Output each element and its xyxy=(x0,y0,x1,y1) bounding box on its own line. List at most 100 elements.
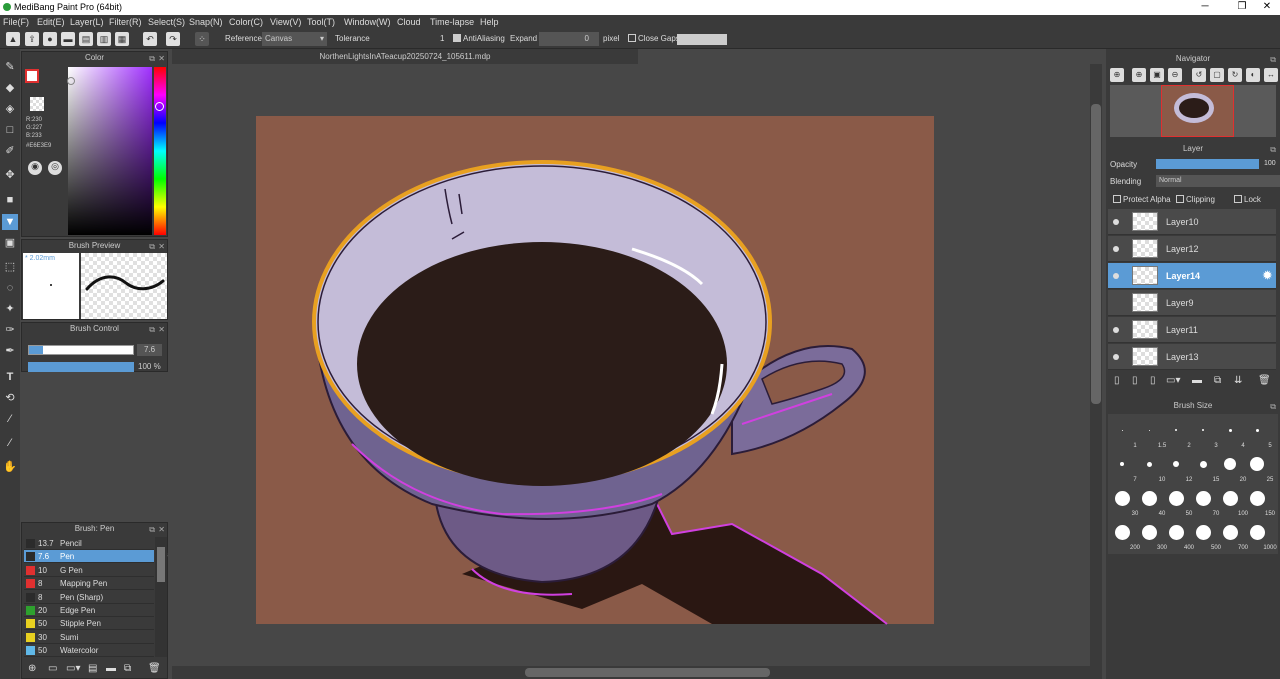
saturation-value-picker[interactable] xyxy=(68,67,152,235)
menu-timelapse[interactable]: Time-lapse xyxy=(430,17,474,27)
brush-size-option[interactable]: 1000 xyxy=(1244,518,1277,551)
comment-icon[interactable]: ● xyxy=(43,32,57,46)
brush-size-option[interactable]: 300 xyxy=(1136,518,1167,551)
zoom-in-icon[interactable]: ⊕ xyxy=(1110,68,1124,82)
menu-edit[interactable]: Edit(E) xyxy=(37,17,65,27)
hue-slider[interactable] xyxy=(154,67,166,235)
palette-icon[interactable]: ◉ xyxy=(28,161,42,175)
tool-shape-icon[interactable]: ▲ xyxy=(6,32,20,46)
menu-file[interactable]: File(F) xyxy=(3,17,29,27)
menu-color[interactable]: Color(C) xyxy=(229,17,263,27)
brush-menu-icon[interactable]: ▭▾ xyxy=(66,663,80,674)
layer-opacity-slider[interactable] xyxy=(1156,159,1259,169)
expand-input[interactable]: 0 xyxy=(539,32,599,46)
fit-icon[interactable]: ▣ xyxy=(1150,68,1164,82)
rotate-left-icon[interactable]: ↺ xyxy=(1192,68,1206,82)
protect-alpha-checkbox[interactable]: Protect Alpha xyxy=(1113,195,1171,204)
expand-icon[interactable]: ⧉ xyxy=(1270,54,1276,66)
grid-icon[interactable]: ▦ xyxy=(115,32,129,46)
brush-size-option[interactable]: 100 xyxy=(1217,484,1248,517)
close-button[interactable]: ✕ xyxy=(1252,0,1280,15)
layer-row[interactable]: Layer13 xyxy=(1108,344,1276,370)
close-icon[interactable]: ✕ xyxy=(158,53,165,65)
layer-row[interactable]: Layer10 xyxy=(1108,209,1276,235)
menu-snap[interactable]: Snap(N) xyxy=(189,17,223,27)
brush-list-scrollbar[interactable] xyxy=(155,537,167,657)
menu-cloud[interactable]: Cloud xyxy=(397,17,421,27)
brush-size-option[interactable]: 500 xyxy=(1190,518,1221,551)
sv-picker-cursor[interactable] xyxy=(67,77,75,85)
rotate-right-icon[interactable]: ↻ xyxy=(1228,68,1242,82)
page-icon[interactable]: ▤ xyxy=(79,32,93,46)
document-tab[interactable]: NorthenLightsInATeacup20250724_105611.md… xyxy=(172,49,638,64)
import-brush-icon[interactable]: ▭ xyxy=(48,663,57,674)
new-8bit-layer-icon[interactable]: ▯ xyxy=(1150,375,1156,386)
bucket-tool-icon[interactable]: ▼ xyxy=(2,214,18,230)
expand-icon[interactable]: ⧉ xyxy=(149,241,155,253)
close-gaps-slider[interactable] xyxy=(677,34,727,45)
menu-tool[interactable]: Tool(T) xyxy=(307,17,335,27)
brush-file-icon[interactable]: ▤ xyxy=(88,663,97,674)
layer-row[interactable]: Layer11 xyxy=(1108,317,1276,343)
brush-size-option[interactable]: 15 xyxy=(1190,450,1219,483)
new-layer-icon[interactable]: ▯ xyxy=(1114,375,1120,386)
flip-icon[interactable]: ◐ xyxy=(1246,68,1260,82)
close-icon[interactable]: ✕ xyxy=(158,241,165,253)
pages-icon[interactable]: ▥ xyxy=(97,32,111,46)
eyedropper-tool-icon[interactable]: ⁄ xyxy=(2,411,18,427)
brush-list-item[interactable]: 7.6Pen✹ xyxy=(24,550,168,564)
menu-layer[interactable]: Layer(L) xyxy=(70,17,104,27)
hand-tool-icon[interactable]: ✋ xyxy=(2,459,18,475)
brush-opacity-slider[interactable] xyxy=(28,362,134,372)
delete-layer-icon[interactable]: 🗑 xyxy=(1258,375,1271,386)
artwork-canvas[interactable] xyxy=(172,64,1102,666)
layer-visibility-icon[interactable] xyxy=(1113,246,1119,252)
eraser2-tool-icon[interactable]: ◈ xyxy=(2,101,18,117)
text-tool-icon[interactable]: T xyxy=(2,369,18,385)
brush-size-option[interactable]: 30 xyxy=(1109,484,1138,517)
magic-wand-tool-icon[interactable]: ✦ xyxy=(2,301,18,317)
canvas-area[interactable] xyxy=(172,64,1102,666)
layer-visibility-icon[interactable] xyxy=(1113,273,1119,279)
brush-list-item[interactable]: 50 Watercolor xyxy=(24,644,154,658)
clipping-checkbox[interactable]: Clipping xyxy=(1176,195,1215,204)
layer-settings-gear-icon[interactable]: ✹ xyxy=(1263,269,1272,282)
brush-list-item[interactable]: 30 Sumi xyxy=(24,630,154,644)
brush-size-option[interactable]: 25 xyxy=(1244,450,1273,483)
brush-size-option[interactable]: 12 xyxy=(1163,450,1192,483)
brush-size-option[interactable]: 4 xyxy=(1217,416,1245,449)
delete-brush-icon[interactable]: 🗑 xyxy=(148,663,161,674)
brush-size-slider[interactable] xyxy=(28,345,134,355)
eraser-tool-icon[interactable]: ◆ xyxy=(2,80,18,96)
layer-visibility-icon[interactable] xyxy=(1113,354,1119,360)
layer-row[interactable]: Layer14 ✹ xyxy=(1108,263,1276,289)
operation-tool-icon[interactable]: ⟲ xyxy=(2,390,18,406)
select-eraser-tool-icon[interactable]: ✒ xyxy=(2,343,18,359)
brush-tool-icon[interactable]: ✎ xyxy=(2,59,18,75)
brush-folder-icon[interactable]: ▬ xyxy=(106,663,116,674)
brush-size-option[interactable]: 10 xyxy=(1136,450,1165,483)
zoom-in2-icon[interactable]: ⊕ xyxy=(1132,68,1146,82)
new-halftone-layer-icon[interactable]: ▯ xyxy=(1132,375,1138,386)
gradient-tool-icon[interactable]: ▣ xyxy=(2,235,18,251)
merge-layer-icon[interactable]: ⇊ xyxy=(1234,375,1242,386)
select-rect-tool-icon[interactable]: ⬚ xyxy=(2,259,18,275)
brush-list-item[interactable]: 50 Stipple Pen xyxy=(24,617,154,631)
brush-size-value[interactable]: 7.6 xyxy=(137,344,162,356)
smudge-tool-icon[interactable]: ✐ xyxy=(2,143,18,159)
brush-list-item[interactable]: 8 Pen (Sharp) xyxy=(24,590,154,604)
brush-size-option[interactable]: 40 xyxy=(1136,484,1165,517)
lock-checkbox[interactable]: Lock xyxy=(1234,195,1261,204)
brush-size-option[interactable]: 2 xyxy=(1163,416,1191,449)
selection-icon[interactable]: ⁘ xyxy=(195,32,209,46)
add-brush-icon[interactable]: ⊕ xyxy=(28,663,36,674)
menu-help[interactable]: Help xyxy=(480,17,499,27)
layer-visibility-icon[interactable] xyxy=(1113,327,1119,333)
reference-select[interactable]: Canvas ▾ xyxy=(262,32,327,46)
close-gaps-checkbox[interactable]: Close Gaps xyxy=(628,34,680,43)
panel-icon[interactable]: ▬ xyxy=(61,32,75,46)
canvas-horizontal-scrollbar[interactable] xyxy=(172,666,1102,679)
select-pen-tool-icon[interactable]: ✑ xyxy=(2,322,18,338)
layer-visibility-icon[interactable] xyxy=(1113,219,1119,225)
transparent-swatch[interactable] xyxy=(30,97,44,111)
